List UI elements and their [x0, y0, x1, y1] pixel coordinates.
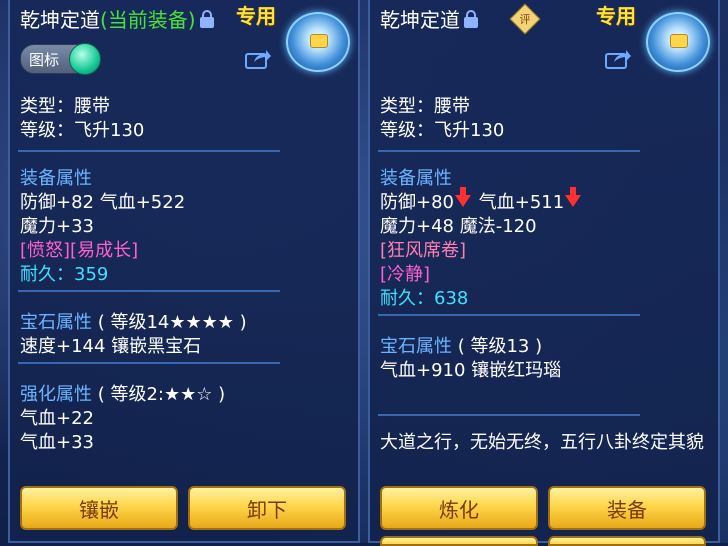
type-line: 类型：腰带 — [380, 96, 470, 117]
divider — [18, 362, 280, 364]
equip-belt-icon — [286, 12, 350, 72]
share-icon[interactable] — [604, 48, 632, 70]
current-item-tooltip: 乾坤定道 (当前装备) 专用 图标 类型：腰带 等级：飞升130 装备属性 防御… — [8, 0, 360, 543]
attr-line-1: 防御+82 气血+522 — [20, 192, 186, 213]
refine-button[interactable]: 炼化 — [380, 486, 538, 530]
gem-level: ( 等级14★★★★ ) — [97, 312, 247, 333]
gem-line: 气血+910 镶嵌红玛瑙 — [380, 360, 562, 381]
special-effects: [愤怒][易成长] — [20, 240, 139, 261]
equip-button[interactable]: 装备 — [548, 486, 706, 530]
equip-attr-header: 装备属性 — [20, 168, 92, 189]
divider — [18, 290, 280, 292]
lock-icon — [464, 9, 478, 28]
divider — [18, 150, 280, 152]
gem-header-line: 宝石属性 ( 等级13 ) — [380, 332, 542, 358]
divider — [378, 314, 640, 316]
gem-header: 宝石属性 — [20, 312, 92, 333]
item-title: 乾坤定道 — [380, 4, 478, 33]
hp-value: 气血+511 — [478, 192, 565, 213]
attr-line-2: 魔力+33 — [20, 216, 94, 237]
divider — [378, 150, 640, 152]
strengthen-header: 强化属性 — [20, 384, 92, 405]
exclusive-label: 专用 — [236, 4, 276, 28]
partial-button[interactable] — [380, 536, 538, 546]
strengthen-level: ( 等级2:★★☆ ) — [97, 384, 226, 405]
equip-attr-header: 装备属性 — [380, 168, 452, 189]
unequip-button[interactable]: 卸下 — [188, 486, 346, 530]
toggle-knob — [69, 43, 101, 75]
divider — [378, 414, 640, 416]
level-line: 等级：飞升130 — [20, 120, 145, 141]
type-line: 类型：腰带 — [20, 96, 110, 117]
compare-item-tooltip: 乾坤定道 评 专用 类型：腰带 等级：飞升130 装备属性 防御+80 气血+5… — [368, 0, 720, 546]
icon-toggle[interactable]: 图标 — [20, 43, 101, 75]
special-effect-2: [冷静] — [380, 264, 431, 285]
gem-header: 宝石属性 — [380, 336, 452, 357]
current-equipped-label: (当前装备) — [100, 8, 196, 32]
down-arrow-icon — [565, 187, 582, 207]
strengthen-header-line: 强化属性 ( 等级2:★★☆ ) — [20, 380, 225, 406]
level-line: 等级：飞升130 — [380, 120, 505, 141]
strengthen-line-2: 气血+33 — [20, 432, 94, 453]
gem-line: 速度+144 镶嵌黑宝石 — [20, 336, 202, 357]
gem-level: ( 等级13 ) — [457, 336, 543, 357]
durability-line: 耐久：638 — [380, 284, 468, 310]
durability-label: 耐久： — [380, 288, 434, 309]
share-icon[interactable] — [244, 48, 272, 70]
icon-toggle-label: 图标 — [29, 51, 60, 69]
item-description: 大道之行，无始无终，五行八卦终定其貌 — [380, 432, 704, 453]
item-name: 乾坤定道 — [380, 8, 460, 32]
exclusive-label: 专用 — [596, 4, 636, 28]
attr-line-2: 魔力+48 魔法-120 — [380, 216, 537, 237]
partial-button[interactable] — [548, 536, 706, 546]
equip-belt-icon — [646, 12, 710, 72]
durability-label: 耐久： — [20, 264, 74, 285]
inlay-button[interactable]: 镶嵌 — [20, 486, 178, 530]
review-badge-icon[interactable]: 评 — [509, 3, 541, 35]
item-name: 乾坤定道 — [20, 8, 100, 32]
durability-line: 耐久：359 — [20, 260, 108, 286]
down-arrow-icon — [455, 187, 471, 207]
strengthen-line-1: 气血+22 — [20, 408, 94, 429]
review-badge-label: 评 — [519, 13, 531, 26]
lock-icon — [199, 9, 214, 28]
defense-value: 防御+80 — [380, 192, 454, 213]
special-effect-1: [狂风席卷] — [380, 240, 467, 261]
durability-value: 359 — [74, 264, 109, 285]
attr-line-1: 防御+80 气血+511 — [380, 187, 583, 214]
gem-header-line: 宝石属性 ( 等级14★★★★ ) — [20, 308, 247, 334]
item-title: 乾坤定道 (当前装备) — [20, 4, 214, 33]
durability-value: 638 — [434, 288, 469, 309]
